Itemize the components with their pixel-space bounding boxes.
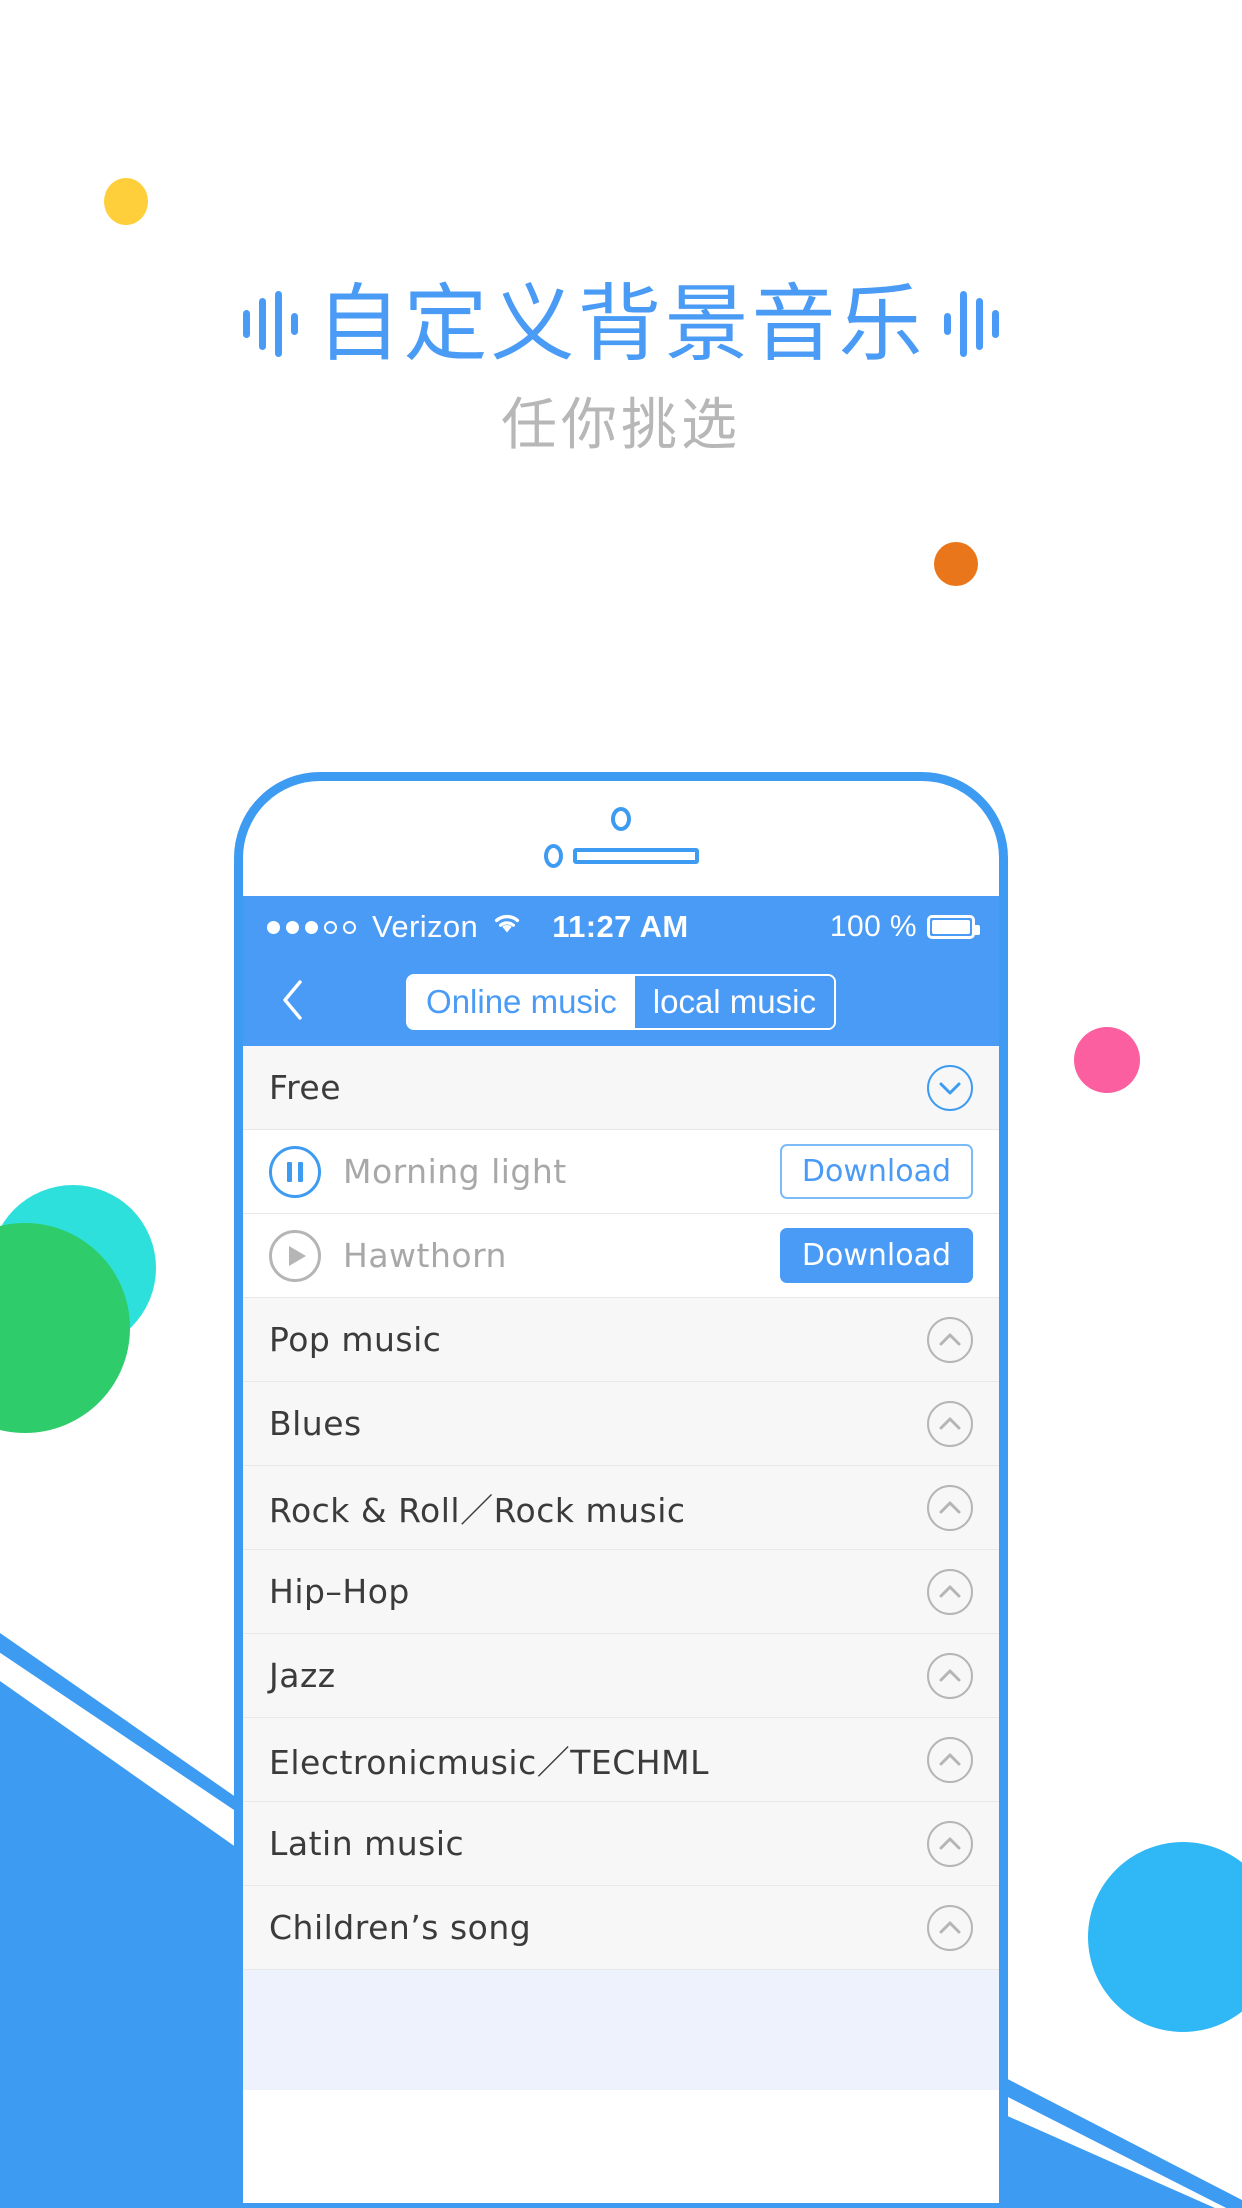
battery-percent-label: 100 %	[829, 910, 917, 943]
row-label: Rock & Roll／Rock music	[269, 1490, 686, 1530]
row-label: Latin music	[269, 1824, 465, 1863]
segmented-control[interactable]: Online music local music	[406, 974, 836, 1030]
proximity-sensor-icon	[544, 844, 563, 868]
chevron-up-icon[interactable]	[927, 1568, 973, 1615]
list-footer	[243, 1970, 999, 2090]
signal-strength-icon	[267, 920, 356, 934]
tab-local-music[interactable]: local music	[634, 976, 834, 1028]
clock-label: 11:27 AM	[552, 909, 689, 944]
list-row-electronic-music[interactable]: Electronicmusic／TECHML	[243, 1718, 999, 1802]
battery-full-icon	[927, 915, 980, 939]
page-title-text: 自定义背景音乐	[316, 275, 926, 373]
phone-mockup: Verizon 11:27 AM 100 % Online music loca…	[234, 772, 1008, 2208]
chevron-down-icon[interactable]	[927, 1064, 973, 1111]
decor-shape-bottom-right	[972, 1700, 1242, 2208]
chevron-up-icon[interactable]	[927, 1484, 973, 1531]
track-title: Hawthorn	[343, 1236, 507, 1275]
row-label: Electronicmusic／TECHML	[269, 1742, 709, 1782]
row-label: Free	[269, 1068, 342, 1107]
page-subtitle: 任你挑选	[501, 393, 741, 458]
decor-dot-orange	[934, 542, 978, 586]
list-row-latin-music[interactable]: Latin music	[243, 1802, 999, 1886]
list-row-hawthorn[interactable]: Hawthorn Download	[243, 1214, 999, 1298]
decor-dot-pink	[1074, 1027, 1140, 1093]
music-list: Free Morning light Download Hawthorn Dow…	[243, 1046, 999, 2090]
sound-wave-left-icon	[243, 289, 299, 359]
back-button[interactable]	[263, 978, 323, 1027]
chevron-up-icon[interactable]	[927, 1904, 973, 1951]
list-row-free[interactable]: Free	[243, 1046, 999, 1130]
chevron-up-icon[interactable]	[927, 1820, 973, 1867]
row-label: Jazz	[269, 1656, 336, 1695]
front-camera-icon	[611, 807, 631, 831]
chevron-up-icon[interactable]	[927, 1736, 973, 1783]
status-bar-right: 100 %	[829, 910, 980, 944]
list-row-hip-hop[interactable]: Hip–Hop	[243, 1550, 999, 1634]
phone-top-bezel	[243, 781, 999, 896]
chevron-left-icon	[280, 978, 306, 1027]
row-label: Pop music	[269, 1320, 442, 1359]
list-row-morning-light[interactable]: Morning light Download	[243, 1130, 999, 1214]
sound-wave-right-icon	[943, 289, 999, 359]
promo-page: 自定义背景音乐 任你挑选 Verizon 11:27 AM 100 % Onli…	[0, 0, 1242, 2208]
carrier-label: Verizon	[372, 909, 479, 944]
play-icon[interactable]	[269, 1229, 321, 1282]
download-button[interactable]: Download	[779, 1228, 973, 1283]
decor-shape-bottom-left	[0, 1600, 250, 2208]
row-label: Children’s song	[269, 1908, 532, 1947]
tab-online-music[interactable]: Online music	[408, 976, 635, 1028]
list-row-rock[interactable]: Rock & Roll／Rock music	[243, 1466, 999, 1550]
status-bar: Verizon 11:27 AM 100 %	[243, 896, 999, 958]
track-title: Morning light	[343, 1152, 567, 1191]
list-row-pop-music[interactable]: Pop music	[243, 1298, 999, 1382]
chevron-up-icon[interactable]	[927, 1400, 973, 1447]
row-label: Hip–Hop	[269, 1572, 410, 1611]
nav-bar: Online music local music	[243, 958, 999, 1046]
row-label: Blues	[269, 1404, 362, 1443]
list-row-blues[interactable]: Blues	[243, 1382, 999, 1466]
earpiece-speaker-icon	[573, 848, 699, 864]
pause-icon[interactable]	[269, 1145, 321, 1198]
page-title: 自定义背景音乐	[0, 282, 1242, 366]
list-row-jazz[interactable]: Jazz	[243, 1634, 999, 1718]
download-button[interactable]: Download	[779, 1144, 973, 1199]
list-row-childrens-song[interactable]: Children’s song	[243, 1886, 999, 1970]
wifi-icon	[490, 910, 524, 944]
chevron-up-icon[interactable]	[927, 1316, 973, 1363]
chevron-up-icon[interactable]	[927, 1652, 973, 1699]
decor-dot-yellow	[104, 178, 148, 225]
